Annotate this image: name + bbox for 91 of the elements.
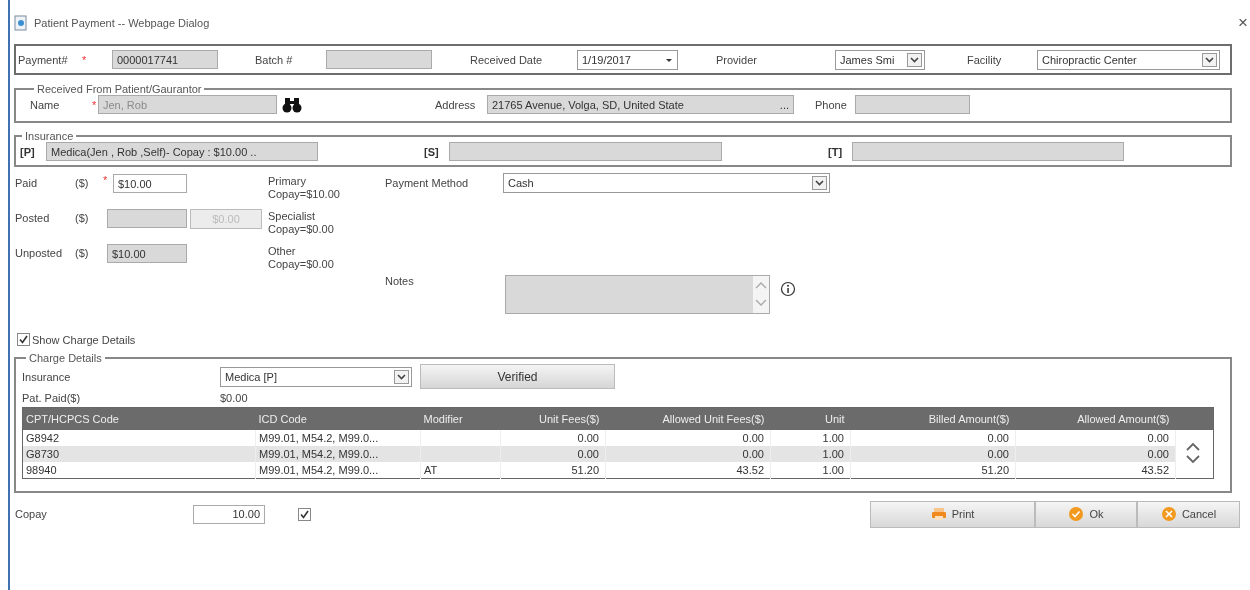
check-circle-icon (1068, 506, 1085, 522)
window-title: Patient Payment -- Webpage Dialog (34, 17, 210, 29)
table-cell: 0.00 (850, 446, 1016, 462)
batch-number-field[interactable] (326, 50, 432, 69)
column-header: Allowed Amount($) (1015, 407, 1176, 430)
scroll-arrows-icon (753, 276, 769, 313)
checkbox[interactable] (298, 507, 311, 521)
copay-info: Specialist Copay=$0.00 (268, 209, 335, 237)
table-cell: M99.01, M54.2, M99.0... (255, 446, 421, 462)
plan-tag: [S] (424, 145, 449, 158)
table-cell: 43.52 (605, 462, 771, 479)
name-label: Name (30, 98, 61, 111)
table-cell: 1.00 (770, 462, 851, 479)
column-header: Billed Amount($) (850, 407, 1016, 430)
insurance-dropdown[interactable]: Medica [P] (220, 366, 412, 387)
insurance-plan-field[interactable] (852, 142, 1124, 161)
print-button[interactable]: Print (870, 500, 1035, 528)
copay-label: Copay (15, 508, 48, 520)
close-button[interactable]: × (1238, 13, 1248, 33)
insurance-label: Insurance (22, 370, 72, 383)
amount-field[interactable]: $10.00 (113, 174, 187, 193)
amount-field[interactable] (107, 209, 187, 228)
plan-tag: [P] (20, 145, 46, 158)
table-cell: 0.00 (1015, 446, 1176, 462)
panel-legend: Charge Details (26, 352, 105, 364)
cancel-circle-icon (1160, 506, 1177, 522)
table-cell: AT (420, 462, 501, 479)
address-label: Address (435, 98, 477, 111)
phone-field[interactable] (855, 95, 970, 114)
table-cell: 0.00 (605, 446, 771, 462)
amount-label: Posted (15, 211, 51, 224)
info-icon (780, 281, 796, 297)
checkbox[interactable] (17, 333, 30, 346)
scroll-up-icon[interactable] (1185, 440, 1201, 452)
table-cell: 98940 (22, 462, 256, 479)
amount-label: Paid (15, 176, 39, 189)
column-header: Modifier (420, 407, 501, 430)
provider-label: Provider (716, 53, 758, 66)
payment-number-field[interactable]: 0000017741 (112, 50, 218, 69)
provider-dropdown[interactable]: James Smi (835, 49, 925, 70)
printer-icon (930, 506, 947, 522)
ok-button[interactable]: Ok (1035, 500, 1137, 528)
panel-legend: Insurance (22, 130, 77, 142)
table-cell: 51.20 (850, 462, 1016, 479)
phone-label: Phone (815, 98, 848, 111)
column-header: Allowed Unit Fees($) (605, 407, 771, 430)
column-header: CPT/HCPCS Code (22, 407, 256, 430)
insurance-plan-field[interactable] (449, 142, 722, 161)
copay-info: Primary Copay=$10.00 (268, 174, 341, 202)
required-marker: * (82, 53, 88, 66)
panel-legend: Received From Patient/Gaurantor (34, 83, 205, 95)
plan-tag: [T] (828, 145, 852, 158)
payment-number-label: Payment# (18, 53, 69, 66)
address-field[interactable]: 21765 Avenue, Volga, SD, United State ... (487, 95, 794, 114)
table-cell: 51.20 (500, 462, 606, 479)
table-cell: 1.00 (770, 446, 851, 462)
pat-paid-value: $0.00 (220, 392, 249, 404)
notes-label: Notes (385, 275, 415, 287)
insurance-plan-field[interactable]: Medica(Jen , Rob ,Self)- Copay : $10.00 .. (46, 142, 318, 161)
required-marker: * (103, 174, 109, 186)
table-cell: 0.00 (500, 446, 606, 462)
currency-label: ($) (75, 246, 90, 259)
table-cell: M99.01, M54.2, M99.0... (255, 462, 421, 479)
copay-field[interactable]: 10.00 (193, 504, 265, 524)
batch-number-label: Batch # (255, 53, 294, 66)
table-cell: 43.52 (1015, 462, 1176, 479)
page-icon (14, 15, 28, 31)
copay-info: Other Copay=$0.00 (268, 244, 335, 272)
received-date-label: Received Date (470, 53, 544, 66)
currency-label: ($) (75, 211, 90, 224)
amount-field[interactable]: $10.00 (107, 244, 187, 263)
more-button[interactable]: ... (779, 98, 789, 111)
pat-paid-label: Pat. Paid($) (22, 392, 82, 404)
payment-method-dropdown[interactable]: Cash (503, 173, 830, 193)
cancel-button[interactable]: Cancel (1137, 500, 1240, 528)
column-header: Unit (770, 407, 851, 430)
column-header: Unit Fees($) (500, 407, 606, 430)
notes-field[interactable] (505, 275, 770, 314)
date-picker[interactable]: 1/19/2017 (577, 49, 678, 70)
verified-button[interactable]: Verified (420, 364, 615, 389)
currency-label: ($) (75, 176, 90, 189)
required-marker: * (92, 98, 98, 111)
payment-method-label: Payment Method (385, 177, 470, 189)
table-cell: G8730 (22, 446, 256, 462)
facility-dropdown[interactable]: Chiropractic Center (1037, 49, 1220, 70)
amount-label: Unposted (15, 246, 64, 259)
binoculars-icon (282, 96, 302, 113)
facility-label: Facility (967, 53, 1003, 66)
column-header: ICD Code (255, 407, 421, 430)
scroll-down-icon[interactable] (1185, 454, 1201, 466)
show-charge-details-label: Show Charge Details (32, 333, 136, 346)
